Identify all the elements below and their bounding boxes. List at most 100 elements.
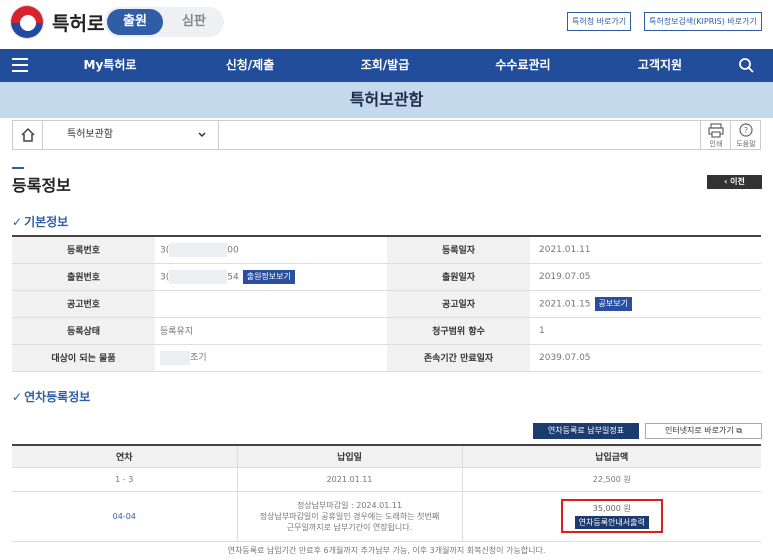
pub-date-label: 공고일자 <box>387 290 530 318</box>
pub-date-value: 2021.01.15 공보보기 <box>530 290 761 318</box>
nav-fee-management[interactable]: 수수료관리 <box>463 49 583 82</box>
reg-date-value: 2021.01.11 <box>530 236 761 264</box>
claims-label: 청구범위 항수 <box>387 317 530 345</box>
home-button[interactable] <box>13 121 43 149</box>
table-row: 04-04 정상납부마감일 : 2024.01.11 정상납부마감일이 공휴일인… <box>12 491 761 542</box>
service-toggle: 출원 심판 <box>104 7 224 37</box>
back-label: 이전 <box>730 177 745 186</box>
gazette-view-button[interactable]: 공보보기 <box>594 296 632 311</box>
row1-amount: 22,500 원 <box>461 467 761 492</box>
top-header: 특허로 출원 심판 특허청 바로가기 특허정보검색(KIPRIS) 바로가기 <box>0 0 773 45</box>
nav-customer-support[interactable]: 고객지원 <box>600 49 720 82</box>
reg-date-label: 등록일자 <box>387 236 530 264</box>
footnote: 연차등록료 납입기간 만료후 6개월까지 추가납부 가능, 이후 3개월까지 회… <box>227 546 546 555</box>
goods-suffix: 조기 <box>190 353 207 364</box>
section-basic-title: ✓ 기본정보 <box>12 213 68 230</box>
expiry-value: 2039.07.05 <box>530 344 761 372</box>
external-link-icon: ⧉ <box>736 426 743 435</box>
app-no-value: 3( 54 출원정보보기 <box>155 263 387 291</box>
help-icon: ? <box>739 123 753 137</box>
kipris-link[interactable]: 특허정보검색(KIPRIS) 바로가기 <box>644 12 762 31</box>
check-mark-icon: ✓ <box>12 215 23 229</box>
brand-name[interactable]: 특허로 <box>52 9 104 36</box>
due-line-3: 근무일까지로 납부기간이 연장됩니다. <box>286 522 413 532</box>
print-label: 인쇄 <box>709 140 723 148</box>
col-amount: 납입금액 <box>461 445 761 468</box>
menu-icon[interactable] <box>12 58 28 72</box>
page-title: 등록정보 <box>12 176 71 195</box>
title-accent <box>12 167 24 169</box>
section-annual-title: ✓ 연차등록정보 <box>12 388 90 405</box>
table-row: 출원번호 3( 54 출원정보보기 출원일자 2019.07.05 <box>12 263 761 291</box>
row2-amount-cell: 35,000 원 연차등록안내서출력 <box>461 491 761 542</box>
row1-date: 2021.01.11 <box>236 467 462 492</box>
home-icon <box>21 127 35 142</box>
reg-no-prefix: 3( <box>160 245 170 256</box>
goods-label: 대상이 되는 물품 <box>12 344 155 372</box>
table-row: 1 - 3 2021.01.11 22,500 원 <box>12 467 761 492</box>
expiry-label: 존속기간 만료일자 <box>387 344 530 372</box>
table-header-row: 연차 납입일 납입금액 <box>12 445 761 468</box>
nav-apply-submit[interactable]: 신청/제출 <box>190 49 310 82</box>
kipo-link[interactable]: 특허청 바로가기 <box>567 12 632 31</box>
table-row: 등록번호 3( 00 등록일자 2021.01.11 <box>12 236 761 264</box>
status-label: 등록상태 <box>12 317 155 345</box>
korea-emblem-logo[interactable] <box>10 5 44 39</box>
app-date-value: 2019.07.05 <box>530 263 761 291</box>
goods-value: 조기 <box>155 344 387 372</box>
app-no-prefix: 3( <box>160 272 170 282</box>
reg-no-value: 3( 00 <box>155 236 387 264</box>
pub-no-value <box>155 290 387 318</box>
table-row: 대상이 되는 물품 조기 존속기간 만료일자 2039.07.05 <box>12 344 761 372</box>
basic-info-table: 등록번호 3( 00 등록일자 2021.01.11 출원번호 3( 54 출원정보보… <box>12 235 761 372</box>
breadcrumb-select[interactable]: 특허보관함 <box>43 121 219 149</box>
breadcrumb: 특허보관함 인쇄 ? 도움말 <box>12 120 761 150</box>
table-row: 공고번호 공고일자 2021.01.15 공보보기 <box>12 290 761 318</box>
reg-no-suffix: 00 <box>227 245 239 256</box>
section-basic-label: 기본정보 <box>24 215 69 229</box>
app-info-button[interactable]: 출원정보보기 <box>242 269 295 284</box>
main-nav: My특허로 신청/제출 조회/발급 수수료관리 고객지원 <box>0 49 773 82</box>
nav-inquiry-issue[interactable]: 조회/발급 <box>325 49 445 82</box>
help-label: 도움말 <box>736 140 756 148</box>
pub-date-text: 2021.01.15 <box>539 299 591 309</box>
due-line-2: 정상납부마감일이 공휴일인 경우에는 도래하는 첫번째 <box>259 511 440 521</box>
annual-fee-table: 연차 납입일 납입금액 1 - 3 2021.01.11 22,500 원 04… <box>12 444 761 542</box>
row2-year: 04-04 <box>12 491 237 542</box>
masked-region <box>169 269 228 284</box>
masked-region <box>160 350 190 365</box>
print-button[interactable]: 인쇄 <box>700 121 730 149</box>
chevron-down-icon <box>198 132 206 138</box>
col-year: 연차 <box>12 445 237 468</box>
table-row: 등록상태 등록유지 청구범위 항수 1 <box>12 317 761 345</box>
row2-due: 정상납부마감일 : 2024.01.11 정상납부마감일이 공휴일인 경우에는 … <box>236 491 462 542</box>
payment-schedule-button[interactable]: 연차등록료 납부일정표 <box>533 423 639 439</box>
section-annual-label: 연차등록정보 <box>24 390 91 404</box>
svg-text:?: ? <box>744 126 748 135</box>
app-no-label: 출원번호 <box>12 263 155 291</box>
due-line-1: 정상납부마감일 : 2024.01.11 <box>296 500 403 510</box>
internet-giro-button[interactable]: 인터넷지로 바로가기 ⧉ <box>645 423 762 439</box>
app-no-suffix: 54 <box>227 272 239 282</box>
row2-amount: 35,000 원 <box>592 504 631 513</box>
status-value: 등록유지 <box>155 317 387 345</box>
check-mark-icon: ✓ <box>12 390 23 404</box>
tab-application[interactable]: 출원 <box>107 9 163 35</box>
page-banner: 특허보관함 <box>0 82 773 118</box>
search-icon[interactable] <box>738 57 754 73</box>
internet-giro-label: 인터넷지로 바로가기 <box>664 426 734 435</box>
highlight-box: 35,000 원 연차등록안내서출력 <box>560 499 663 533</box>
tab-trial[interactable]: 심판 <box>168 9 220 35</box>
row1-year: 1 - 3 <box>12 467 237 492</box>
nav-my-patent[interactable]: My특허로 <box>50 49 170 82</box>
masked-region <box>169 242 228 257</box>
back-button[interactable]: ‹ 이전 <box>707 175 762 189</box>
app-date-label: 출원일자 <box>387 263 530 291</box>
pub-no-label: 공고번호 <box>12 290 155 318</box>
claims-value: 1 <box>530 317 761 345</box>
help-button[interactable]: ? 도움말 <box>730 121 760 149</box>
printer-icon <box>708 123 724 138</box>
reg-no-label: 등록번호 <box>12 236 155 264</box>
col-pay-date: 납입일 <box>236 445 462 468</box>
guide-print-button[interactable]: 연차등록안내서출력 <box>574 516 649 529</box>
